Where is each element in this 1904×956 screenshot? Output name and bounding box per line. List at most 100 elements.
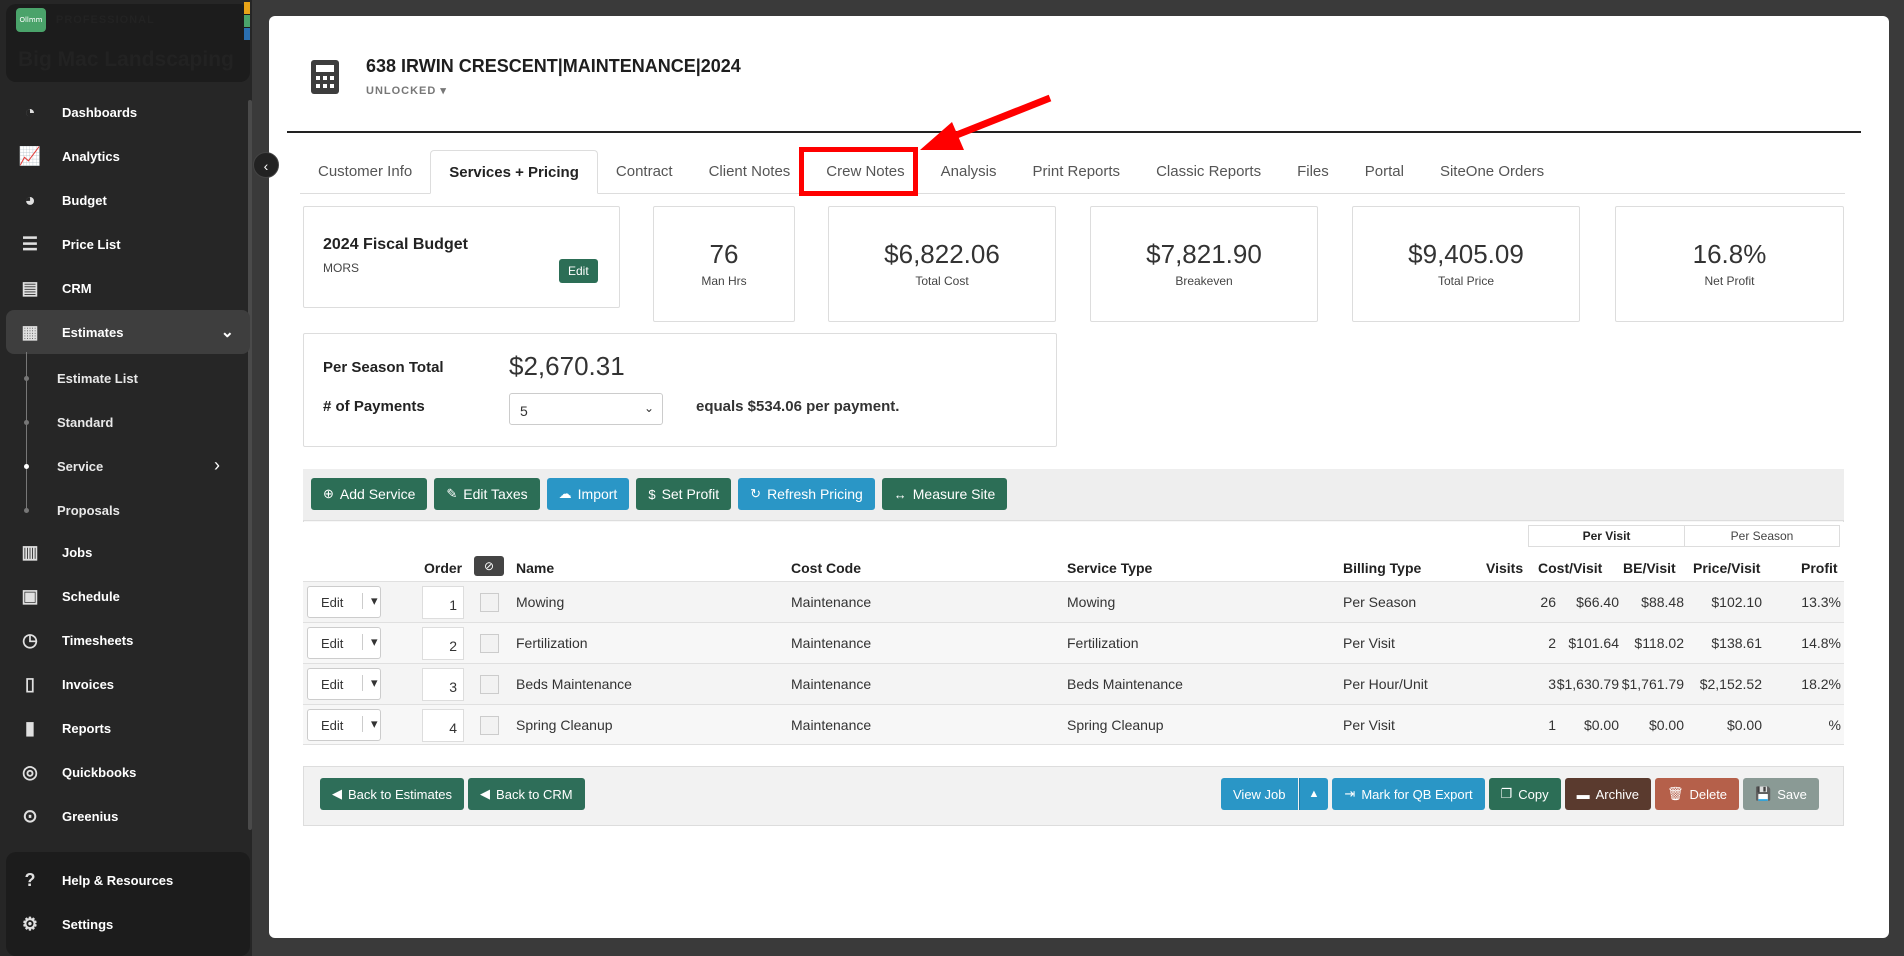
col-name[interactable]: Name	[516, 560, 554, 576]
nav-estimate-list[interactable]: Estimate List	[57, 358, 138, 398]
row-checkbox[interactable]	[480, 716, 499, 735]
nav-service[interactable]: Service	[57, 446, 103, 486]
col-price-visit[interactable]: Price/Visit	[1693, 560, 1760, 576]
nav-help[interactable]: ? Help & Resources	[6, 858, 250, 902]
per-visit-toggle[interactable]: Per Visit	[1529, 526, 1684, 546]
caret-down-icon[interactable]: ▾	[362, 675, 378, 691]
nav-budget[interactable]: ◕ Budget	[6, 178, 250, 222]
nav-invoices[interactable]: ▯ Invoices	[6, 662, 250, 706]
button-label: Import	[577, 486, 618, 502]
col-order[interactable]: Order	[424, 560, 462, 576]
brand-stripes	[244, 2, 250, 40]
copy-button[interactable]: ❐ Copy	[1488, 778, 1561, 810]
select-all-toggle[interactable]: ⊘	[474, 556, 504, 576]
back-to-estimates-button[interactable]: ◀ Back to Estimates	[320, 778, 465, 810]
row-edit-button[interactable]: Edit ▾	[307, 586, 381, 618]
refresh-pricing-button[interactable]: ↻ Refresh Pricing	[738, 478, 875, 510]
tab-customer-info[interactable]: Customer Info	[300, 150, 430, 194]
chevron-right-icon[interactable]: ›	[214, 455, 220, 476]
view-job-button[interactable]: View Job	[1221, 778, 1298, 810]
back-to-crm-button[interactable]: ◀ Back to CRM	[468, 778, 585, 810]
col-service-type[interactable]: Service Type	[1067, 560, 1152, 576]
col-visits[interactable]: Visits	[1486, 560, 1523, 576]
submenu-dot	[24, 508, 29, 513]
order-input[interactable]: 3	[422, 668, 464, 701]
service-name: Mowing	[516, 594, 565, 610]
set-profit-button[interactable]: $ Set Profit	[636, 478, 732, 510]
nav-jobs[interactable]: ▥ Jobs	[6, 530, 250, 574]
table-row: Edit ▾ 1 Mowing Maintenance Mowing Per Se…	[303, 581, 1844, 622]
order-input[interactable]: 1	[422, 586, 464, 619]
copy-icon: ❐	[1500, 786, 1513, 801]
nav-dashboards[interactable]: ◔ Dashboards	[6, 90, 250, 134]
col-cost-visit[interactable]: Cost/Visit	[1538, 560, 1602, 576]
caret-down-icon[interactable]: ▾	[362, 634, 378, 650]
billing-type: Per Visit	[1343, 635, 1395, 651]
nav-reports[interactable]: ▮ Reports	[6, 706, 250, 750]
lock-status-dropdown[interactable]: UNLOCKED ▾	[366, 84, 447, 97]
tab-files[interactable]: Files	[1279, 150, 1347, 194]
payments-select[interactable]: 5 ⌄	[509, 393, 663, 425]
tab-siteone-orders[interactable]: SiteOne Orders	[1422, 150, 1562, 194]
view-job-caret-button[interactable]: ▲	[1298, 778, 1329, 810]
col-profit[interactable]: Profit	[1801, 560, 1838, 576]
nav-timesheets[interactable]: ◷ Timesheets	[6, 618, 250, 662]
service-name: Fertilization	[516, 635, 588, 651]
delete-button[interactable]: 🗑 Delete	[1654, 778, 1740, 810]
button-label: Edit Taxes	[463, 486, 528, 502]
nav-quickbooks[interactable]: ◎ Quickbooks	[6, 750, 250, 794]
order-input[interactable]: 4	[422, 709, 464, 742]
measure-site-button[interactable]: ↔ Measure Site	[881, 478, 1008, 510]
tab-client-notes[interactable]: Client Notes	[691, 150, 809, 194]
order-input[interactable]: 2	[422, 627, 464, 660]
caret-up-icon: ▲	[1308, 788, 1320, 800]
button-label: Save	[1777, 786, 1807, 802]
nav-settings[interactable]: ⚙ Settings	[6, 902, 250, 946]
archive-button[interactable]: ▬ Archive	[1564, 778, 1651, 810]
nav-proposals[interactable]: Proposals	[57, 490, 120, 530]
add-service-button[interactable]: ⊕ Add Service	[311, 478, 428, 510]
tab-contract[interactable]: Contract	[598, 150, 691, 194]
edit-taxes-button[interactable]: ✎ Edit Taxes	[434, 478, 540, 510]
row-checkbox[interactable]	[480, 675, 499, 694]
caret-down-icon[interactable]: ▾	[362, 716, 378, 732]
col-billing-type[interactable]: Billing Type	[1343, 560, 1421, 576]
row-checkbox[interactable]	[480, 593, 499, 612]
nav-schedule[interactable]: ▣ Schedule	[6, 574, 250, 618]
row-edit-button[interactable]: Edit ▾	[307, 709, 381, 741]
pie-chart-icon: ◕	[24, 189, 36, 210]
save-button[interactable]: 💾 Save	[1743, 778, 1819, 810]
nav-label: Quickbooks	[62, 764, 137, 780]
cost-visit: $66.40	[1576, 594, 1619, 610]
row-checkbox[interactable]	[480, 634, 499, 653]
mark-qb-export-button[interactable]: ⇥ Mark for QB Export	[1332, 778, 1485, 810]
stat-label: Man Hrs	[701, 274, 747, 288]
row-edit-button[interactable]: Edit ▾	[307, 668, 381, 700]
app-logo[interactable]: Ollmm	[16, 8, 46, 32]
tab-portal[interactable]: Portal	[1347, 150, 1422, 194]
service-type: Fertilization	[1067, 635, 1139, 651]
row-edit-button[interactable]: Edit ▾	[307, 627, 381, 659]
nav-standard[interactable]: Standard	[57, 402, 113, 442]
arrow-left-circle-icon: ◀	[480, 786, 491, 801]
chevron-down-icon: ⌄	[220, 324, 234, 341]
nav-crm[interactable]: ▤ CRM	[6, 266, 250, 310]
nav-price-list[interactable]: ☰ Price List	[6, 222, 250, 266]
play-circle-icon: ⊙	[22, 805, 38, 826]
button-label: Add Service	[339, 486, 416, 502]
caret-down-icon[interactable]: ▾	[362, 593, 378, 609]
stat-label: Total Price	[1437, 274, 1495, 288]
eye-slash-icon: ⊘	[483, 559, 495, 573]
nav-analytics[interactable]: 📈 Analytics	[6, 134, 250, 178]
nav-greenius[interactable]: ⊙ Greenius	[6, 794, 250, 838]
tab-classic-reports[interactable]: Classic Reports	[1138, 150, 1279, 194]
tab-services-pricing[interactable]: Services + Pricing	[430, 150, 598, 194]
col-be-visit[interactable]: BE/Visit	[1623, 560, 1676, 576]
per-season-toggle[interactable]: Per Season	[1684, 526, 1839, 546]
collapse-sidebar-button[interactable]: ‹	[253, 152, 279, 178]
import-button[interactable]: ☁ Import	[546, 478, 630, 510]
nav-label: Greenius	[62, 808, 119, 824]
col-cost-code[interactable]: Cost Code	[791, 560, 861, 576]
nav-estimates[interactable]: ▦ Estimates ⌄	[6, 310, 250, 354]
budget-edit-button[interactable]: Edit	[559, 259, 598, 283]
